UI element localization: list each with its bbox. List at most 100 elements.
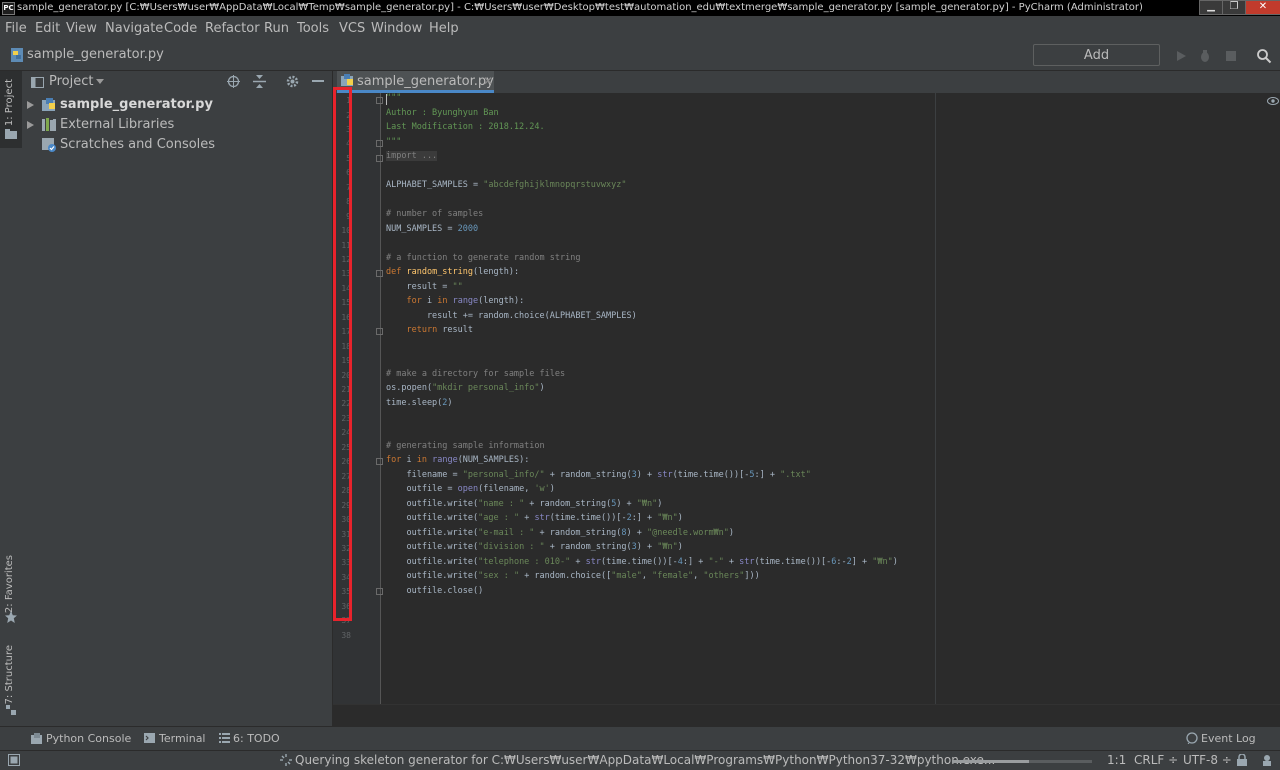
left-tool-strip: 1: Project 2: Favorites 7: Structure: [0, 71, 23, 726]
add-configuration-button[interactable]: Add Configuration...: [1033, 44, 1160, 85]
structure-tool-tab[interactable]: 7: Structure: [4, 645, 15, 704]
code-line-17[interactable]: for i in range(length):: [386, 296, 524, 306]
close-button[interactable]: ✕: [1245, 0, 1280, 15]
search-icon[interactable]: [1256, 48, 1272, 64]
folder-icon: [5, 129, 17, 139]
code-line-24[interactable]: time.sleep(2): [386, 398, 453, 408]
chevron-down-icon[interactable]: [96, 79, 104, 85]
line-ending-selector[interactable]: CRLF ÷: [1134, 753, 1178, 767]
code-line-29[interactable]: filename = "personal_info/" + random_str…: [386, 470, 810, 480]
code-line-12[interactable]: NUM_SAMPLES = 2000: [386, 224, 478, 234]
library-icon: [42, 118, 56, 131]
eye-icon[interactable]: [1267, 97, 1279, 105]
code-line-9[interactable]: ALPHABET_SAMPLES = "abcdefghijklmnopqrst…: [386, 180, 627, 190]
fold-marker-icon[interactable]: [376, 328, 383, 335]
code-line-18[interactable]: result += random.choice(ALPHABET_SAMPLES…: [386, 311, 637, 321]
tree-item-external-libraries[interactable]: External Libraries: [22, 115, 332, 135]
terminal-tab[interactable]: Terminal: [159, 732, 206, 745]
python-console-tab[interactable]: Python Console: [46, 732, 131, 745]
code-line-31[interactable]: outfile.write("name : " + random_string(…: [386, 499, 662, 509]
fold-marker-icon[interactable]: [376, 588, 383, 595]
code-line-36[interactable]: outfile.write("sex : " + random.choice([…: [386, 571, 759, 581]
window-title-bar[interactable]: PC sample_generator.py [C:₩Users₩user₩Ap…: [0, 0, 1280, 16]
breadcrumb-file[interactable]: sample_generator.py: [27, 47, 164, 62]
code-line-34[interactable]: outfile.write("division : " + random_str…: [386, 542, 682, 552]
debug-icon[interactable]: [1197, 48, 1213, 64]
gutter-divider: [380, 93, 381, 704]
code-line-27[interactable]: # generating sample information: [386, 441, 545, 451]
menu-vcs[interactable]: VCS: [339, 16, 365, 41]
fold-marker-icon[interactable]: [376, 97, 383, 104]
fold-marker-icon[interactable]: [376, 270, 383, 277]
menu-code[interactable]: Code: [164, 16, 197, 41]
code-line-30[interactable]: outfile = open(filename, 'w'): [386, 484, 554, 494]
code-line-22[interactable]: # make a directory for sample files: [386, 369, 565, 379]
code-line-19[interactable]: return result: [386, 325, 473, 335]
menu-file[interactable]: File: [5, 16, 27, 41]
code-line-2[interactable]: Author : Byunghyun Ban: [386, 108, 499, 118]
menu-refactor[interactable]: Refactor: [205, 16, 260, 41]
tree-item-sample-generator[interactable]: sample_generator.py: [22, 95, 332, 115]
python-file-icon: [42, 98, 55, 111]
todo-tab[interactable]: 6: TODO: [233, 732, 280, 745]
menu-edit[interactable]: Edit: [35, 16, 60, 41]
fold-marker-icon[interactable]: [376, 140, 383, 147]
menu-navigate[interactable]: Navigate: [105, 16, 163, 41]
code-line-37[interactable]: outfile.close(): [386, 586, 483, 596]
menu-view[interactable]: View: [66, 16, 97, 41]
collapse-all-icon[interactable]: [253, 75, 266, 88]
minimize-button[interactable]: ▁: [1199, 0, 1223, 15]
tree-item-scratches[interactable]: Scratches and Consoles: [22, 135, 332, 155]
stop-icon[interactable]: [1223, 48, 1239, 64]
code-line-5[interactable]: import ...: [386, 151, 438, 161]
menu-help[interactable]: Help: [429, 16, 459, 41]
lock-icon[interactable]: [1237, 754, 1247, 766]
maximize-button[interactable]: ❐: [1222, 0, 1246, 15]
code-line-4[interactable]: """: [386, 137, 401, 147]
python-file-icon: [341, 74, 353, 86]
code-line-35[interactable]: outfile.write("telephone : 010-" + str(t…: [386, 557, 897, 567]
tree-item-label: sample_generator.py: [60, 97, 213, 112]
menu-window[interactable]: Window: [371, 16, 422, 41]
code-line-3[interactable]: Last Modification : 2018.12.24.: [386, 122, 545, 132]
expand-arrow-icon[interactable]: [27, 121, 34, 129]
expand-arrow-icon[interactable]: [27, 101, 34, 109]
tab-label: sample_generator.py: [357, 74, 494, 89]
code-line-28[interactable]: for i in range(NUM_SAMPLES):: [386, 455, 529, 465]
code-line-32[interactable]: outfile.write("age : " + str(time.time()…: [386, 513, 682, 523]
tree-item-label: Scratches and Consoles: [60, 137, 216, 152]
code-line-33[interactable]: outfile.write("e-mail : " + random_strin…: [386, 528, 734, 538]
code-line-1[interactable]: """: [386, 93, 401, 103]
background-task-progress-bar[interactable]: [952, 760, 1092, 763]
tab-close-icon[interactable]: ✕: [483, 74, 493, 88]
toggle-tool-windows-icon[interactable]: [8, 754, 20, 766]
locate-file-icon[interactable]: [227, 75, 240, 88]
fold-marker-icon[interactable]: [376, 458, 383, 465]
tree-item-label: External Libraries: [60, 117, 175, 132]
encoding-selector[interactable]: UTF-8 ÷: [1183, 753, 1232, 767]
tab-sample-generator[interactable]: sample_generator.py ✕: [337, 71, 494, 93]
status-bar: Querying skeleton generator for C:₩Users…: [0, 750, 1280, 770]
menu-bar: File Edit View Navigate Code Refactor Ru…: [0, 16, 1280, 41]
code-line-11[interactable]: # number of samples: [386, 209, 483, 219]
project-panel-header: Project: [22, 71, 332, 93]
menu-run[interactable]: Run: [264, 16, 289, 41]
project-tool-tab[interactable]: 1: Project: [0, 71, 22, 148]
project-panel-title[interactable]: Project: [49, 74, 93, 89]
hide-panel-icon[interactable]: [312, 80, 324, 82]
code-line-15[interactable]: def random_string(length):: [386, 267, 519, 277]
project-tool-label: 1: Project: [4, 79, 15, 127]
right-margin-guide: [935, 93, 936, 704]
gear-icon[interactable]: [286, 75, 299, 88]
run-icon[interactable]: [1173, 48, 1189, 64]
menu-tools[interactable]: Tools: [297, 16, 329, 41]
code-line-14[interactable]: # a function to generate random string: [386, 253, 580, 263]
bottom-tool-bar: Python Console Terminal 6: TODO Event Lo…: [0, 726, 1280, 751]
code-line-16[interactable]: result = "": [386, 282, 462, 292]
event-log-tab[interactable]: Event Log: [1201, 732, 1256, 745]
caret-position[interactable]: 1:1: [1107, 753, 1126, 767]
favorites-tool-tab[interactable]: 2: Favorites: [4, 555, 15, 613]
fold-marker-icon[interactable]: [376, 155, 383, 162]
code-line-23[interactable]: os.popen("mkdir personal_info"): [386, 383, 545, 393]
inspector-icon[interactable]: [1261, 754, 1273, 766]
